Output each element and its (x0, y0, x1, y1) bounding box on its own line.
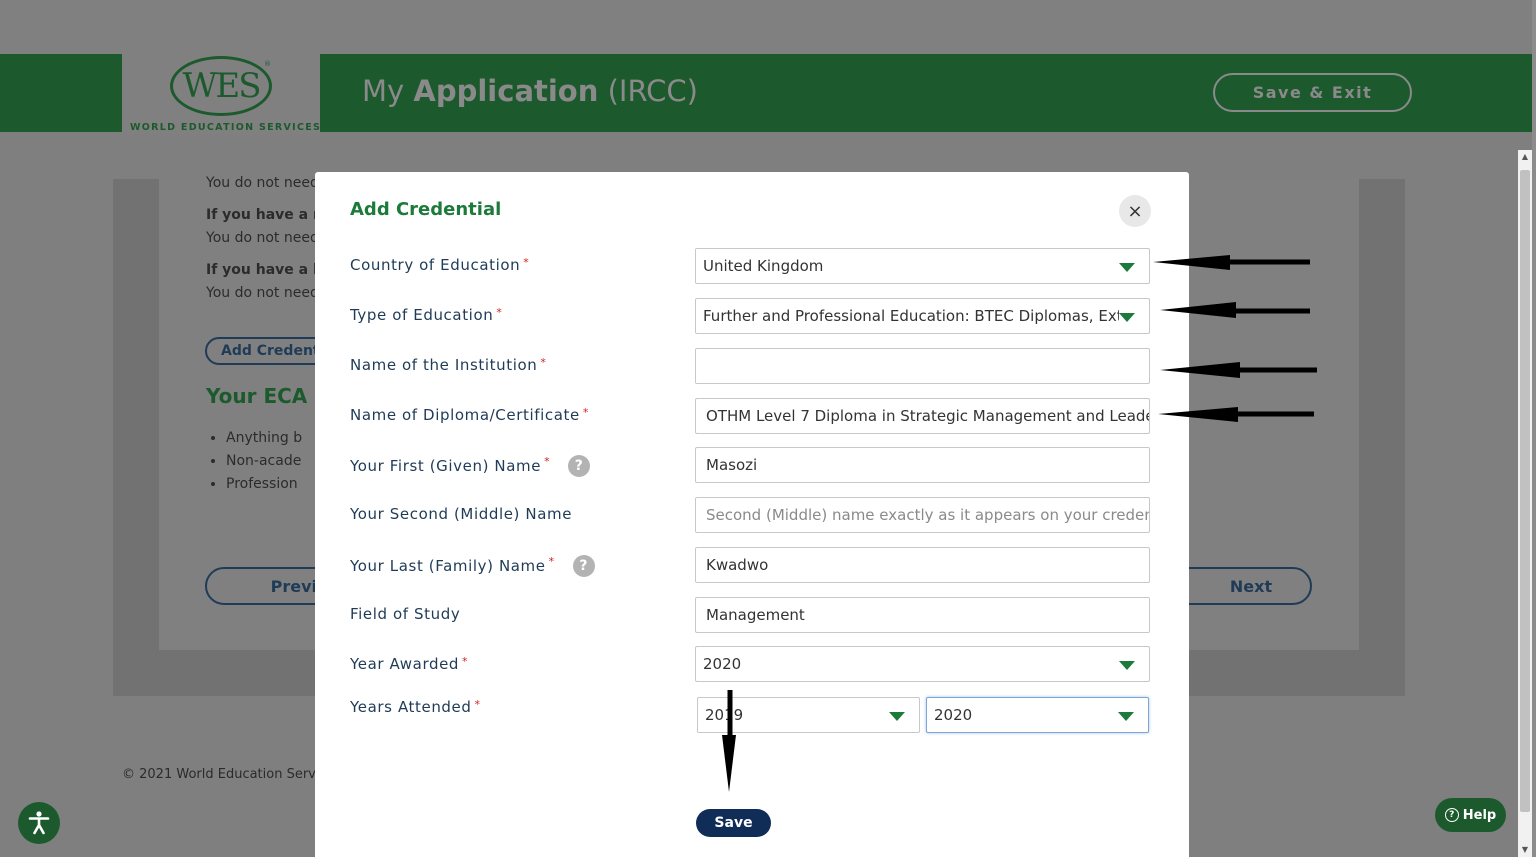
last-name-label: Your Last (Family) Name * ? (350, 555, 595, 577)
first-name-input[interactable]: Masozi (695, 447, 1150, 483)
required-mark: * (474, 698, 481, 711)
list-item: Profession (226, 476, 302, 499)
type-select[interactable]: Further and Professional Education: BTEC… (695, 298, 1150, 334)
scroll-down-arrow-icon[interactable]: ▼ (1519, 845, 1531, 857)
institution-input[interactable] (695, 348, 1150, 384)
field-of-study-label-text: Field of Study (350, 605, 461, 623)
add-credential-modal: Add Credential × Country of Education * U… (315, 172, 1189, 857)
close-icon: × (1127, 200, 1143, 222)
diploma-value: OTHM Level 7 Diploma in Strategic Manage… (706, 407, 1149, 425)
page-edge (1532, 0, 1536, 857)
chevron-down-icon (1118, 712, 1134, 721)
required-mark: * (523, 256, 530, 269)
help-label: Help (1462, 807, 1497, 823)
field-of-study-value: Management (706, 606, 805, 624)
type-label-text: Type of Education (350, 306, 494, 324)
last-name-label-text: Your Last (Family) Name (350, 557, 546, 575)
country-select[interactable]: United Kingdom (695, 248, 1150, 284)
eca-list: Anything b Non-acade Profession (226, 430, 302, 499)
logo-registered-mark: ® (264, 60, 271, 68)
middle-name-label: Your Second (Middle) Name (350, 505, 572, 523)
last-name-value: Kwadwo (706, 556, 769, 574)
years-attended-label: Years Attended * (350, 698, 481, 716)
first-name-label: Your First (Given) Name * ? (350, 455, 591, 477)
years-attended-to-value: 2020 (934, 706, 973, 724)
top-gray-bar (0, 0, 1536, 54)
title-main: Application (413, 74, 599, 108)
middle-name-placeholder: Second (Middle) name exactly as it appea… (706, 506, 1149, 524)
middle-name-label-text: Your Second (Middle) Name (350, 505, 573, 523)
years-attended-from-select[interactable]: 2019 (697, 697, 920, 733)
help-question-icon[interactable]: ? (568, 455, 591, 477)
title-prefix: My (362, 74, 405, 108)
first-name-value: Masozi (706, 456, 758, 474)
required-mark: * (496, 306, 503, 319)
diploma-label: Name of Diploma/Certificate * (350, 406, 589, 424)
bg-text-line: You do not need (206, 230, 319, 246)
institution-label-text: Name of the Institution (350, 356, 538, 374)
diploma-label-text: Name of Diploma/Certificate (350, 406, 580, 424)
country-label: Country of Education * (350, 256, 529, 274)
field-of-study-input[interactable]: Management (695, 597, 1150, 633)
help-icon: ? (1444, 808, 1459, 822)
scroll-up-arrow-icon[interactable]: ▲ (1519, 152, 1531, 164)
accessibility-button[interactable] (18, 802, 60, 844)
country-label-text: Country of Education (350, 256, 521, 274)
year-awarded-select[interactable]: 2020 (695, 646, 1150, 682)
required-mark: * (540, 356, 547, 369)
wes-logo[interactable]: WES ® WORLD EDUCATION SERVICES (122, 54, 320, 134)
required-mark: * (582, 406, 589, 419)
close-button[interactable]: × (1119, 195, 1151, 227)
last-name-input[interactable]: Kwadwo (695, 547, 1150, 583)
required-mark: * (544, 455, 551, 468)
institution-label: Name of the Institution * (350, 356, 546, 374)
bg-text-bold: If you have a m (206, 207, 328, 223)
save-exit-button[interactable]: Save & Exit (1213, 73, 1412, 112)
logo-oval: WES (170, 56, 272, 116)
title-suffix: (IRCC) (607, 74, 698, 108)
required-mark: * (548, 555, 555, 568)
middle-name-input[interactable]: Second (Middle) name exactly as it appea… (695, 497, 1150, 533)
list-item: Non-acade (226, 453, 302, 476)
list-item: Anything b (226, 430, 302, 453)
chevron-down-icon (1119, 263, 1135, 272)
modal-title: Add Credential (350, 199, 502, 220)
year-awarded-value: 2020 (703, 655, 742, 673)
type-value: Further and Professional Education: BTEC… (703, 307, 1119, 325)
year-awarded-label-text: Year Awarded (350, 655, 460, 673)
bg-text-line: You do not need (206, 285, 319, 301)
save-button[interactable]: Save (696, 809, 771, 837)
type-label: Type of Education * (350, 306, 502, 324)
chevron-down-icon (1119, 661, 1135, 670)
help-button[interactable]: ? Help (1435, 798, 1506, 832)
logo-subtitle: WORLD EDUCATION SERVICES (130, 122, 322, 133)
chevron-down-icon (889, 712, 905, 721)
field-of-study-label: Field of Study (350, 605, 460, 623)
bg-text-bold: If you have a ba (206, 262, 333, 278)
help-question-icon[interactable]: ? (572, 555, 595, 577)
bg-text-line: You do not need (206, 175, 319, 191)
diploma-input[interactable]: OTHM Level 7 Diploma in Strategic Manage… (695, 398, 1150, 434)
logo-text: WES (182, 66, 261, 106)
scrollbar-thumb[interactable] (1520, 170, 1530, 812)
years-attended-from-value: 2019 (705, 706, 744, 724)
copyright-text: © 2021 World Education Servic (122, 767, 327, 782)
required-mark: * (462, 655, 469, 668)
page-title: My Application (IRCC) (362, 74, 698, 108)
years-attended-label-text: Years Attended (350, 698, 472, 716)
year-awarded-label: Year Awarded * (350, 655, 468, 673)
accessibility-icon (28, 811, 50, 835)
chevron-down-icon (1119, 313, 1135, 322)
eca-heading: Your ECA r (206, 384, 325, 408)
years-attended-to-select[interactable]: 2020 (926, 697, 1149, 733)
country-value: United Kingdom (703, 257, 824, 275)
first-name-label-text: Your First (Given) Name (350, 457, 542, 475)
